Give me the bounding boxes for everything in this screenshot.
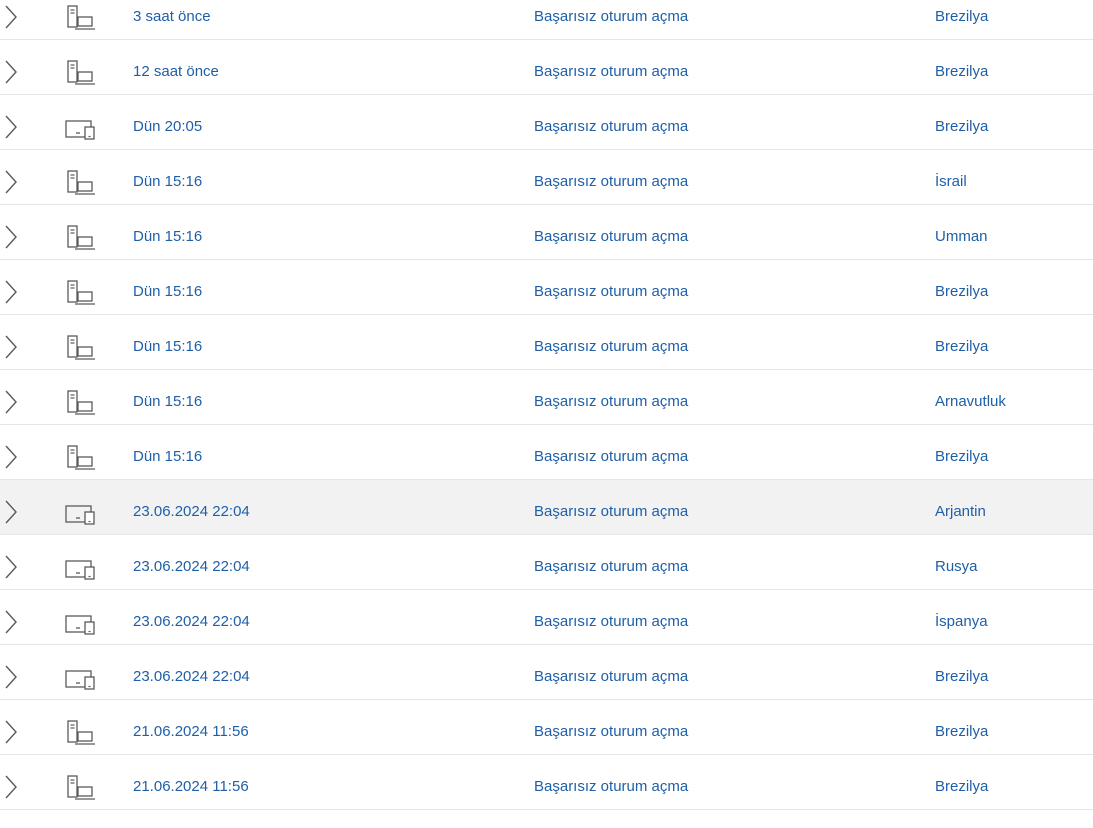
activity-time[interactable]: Dün 20:05	[133, 117, 202, 137]
desktop-icon	[64, 444, 98, 472]
activity-row[interactable]: Dün 15:16 Başarısız oturum açma Umman	[0, 205, 1093, 260]
activity-time[interactable]: 23.06.2024 22:04	[133, 667, 250, 687]
activity-row[interactable]: 23.06.2024 22:04 Başarısız oturum açma R…	[0, 535, 1093, 590]
chevron-right-icon[interactable]	[4, 610, 18, 634]
devices-icon	[64, 114, 98, 142]
chevron-right-icon[interactable]	[4, 500, 18, 524]
chevron-right-icon[interactable]	[4, 775, 18, 799]
activity-event[interactable]: Başarısız oturum açma	[534, 722, 688, 742]
chevron-right-icon[interactable]	[4, 60, 18, 84]
activity-event[interactable]: Başarısız oturum açma	[534, 62, 688, 82]
activity-row[interactable]: 23.06.2024 22:04 Başarısız oturum açma A…	[0, 480, 1093, 535]
activity-event[interactable]: Başarısız oturum açma	[534, 502, 688, 522]
devices-icon	[64, 554, 98, 582]
activity-row[interactable]: 23.06.2024 22:04 Başarısız oturum açma İ…	[0, 590, 1093, 645]
activity-location[interactable]: İsrail	[935, 172, 967, 192]
activity-location[interactable]: Arnavutluk	[935, 392, 1006, 412]
activity-location[interactable]: Arjantin	[935, 502, 986, 522]
activity-location[interactable]: Umman	[935, 227, 988, 247]
desktop-icon	[64, 169, 98, 197]
activity-event[interactable]: Başarısız oturum açma	[534, 557, 688, 577]
desktop-icon	[64, 224, 98, 252]
activity-location[interactable]: Brezilya	[935, 777, 988, 797]
activity-row[interactable]: Dün 15:16 Başarısız oturum açma İsrail	[0, 150, 1093, 205]
activity-row[interactable]: Dün 15:16 Başarısız oturum açma Brezilya	[0, 260, 1093, 315]
activity-event[interactable]: Başarısız oturum açma	[534, 227, 688, 247]
activity-time[interactable]: Dün 15:16	[133, 337, 202, 357]
desktop-icon	[64, 389, 98, 417]
chevron-right-icon[interactable]	[4, 335, 18, 359]
desktop-icon	[64, 4, 98, 32]
activity-event[interactable]: Başarısız oturum açma	[534, 282, 688, 302]
activity-event[interactable]: Başarısız oturum açma	[534, 392, 688, 412]
desktop-icon	[64, 719, 98, 747]
chevron-right-icon[interactable]	[4, 555, 18, 579]
activity-location[interactable]: Brezilya	[935, 337, 988, 357]
activity-location[interactable]: Brezilya	[935, 7, 988, 27]
activity-location[interactable]: Brezilya	[935, 722, 988, 742]
activity-event[interactable]: Başarısız oturum açma	[534, 117, 688, 137]
chevron-right-icon[interactable]	[4, 115, 18, 139]
activity-time[interactable]: 23.06.2024 22:04	[133, 557, 250, 577]
activity-time[interactable]: 23.06.2024 22:04	[133, 612, 250, 632]
activity-event[interactable]: Başarısız oturum açma	[534, 447, 688, 467]
activity-time[interactable]: Dün 15:16	[133, 447, 202, 467]
activity-row[interactable]: 23.06.2024 22:04 Başarısız oturum açma B…	[0, 645, 1093, 700]
activity-location[interactable]: Brezilya	[935, 62, 988, 82]
activity-row[interactable]: 12 saat önce Başarısız oturum açma Brezi…	[0, 40, 1093, 95]
activity-row[interactable]: 3 saat önce Başarısız oturum açma Brezil…	[0, 0, 1093, 40]
devices-icon	[64, 499, 98, 527]
activity-row[interactable]: Dün 15:16 Başarısız oturum açma Arnavutl…	[0, 370, 1093, 425]
chevron-right-icon[interactable]	[4, 390, 18, 414]
chevron-right-icon[interactable]	[4, 720, 18, 744]
activity-time[interactable]: Dün 15:16	[133, 392, 202, 412]
activity-event[interactable]: Başarısız oturum açma	[534, 337, 688, 357]
activity-location[interactable]: Brezilya	[935, 667, 988, 687]
activity-time[interactable]: 21.06.2024 11:56	[133, 722, 249, 742]
desktop-icon	[64, 59, 98, 87]
activity-event[interactable]: Başarısız oturum açma	[534, 667, 688, 687]
activity-row[interactable]: 21.06.2024 11:56 Başarısız oturum açma B…	[0, 700, 1093, 755]
activity-event[interactable]: Başarısız oturum açma	[534, 7, 688, 27]
activity-time[interactable]: 21.06.2024 11:56	[133, 777, 249, 797]
chevron-right-icon[interactable]	[4, 170, 18, 194]
devices-icon	[64, 609, 98, 637]
chevron-right-icon[interactable]	[4, 665, 18, 689]
activity-row[interactable]: Dün 15:16 Başarısız oturum açma Brezilya	[0, 315, 1093, 370]
chevron-right-icon[interactable]	[4, 225, 18, 249]
activity-row[interactable]: 21.06.2024 11:56 Başarısız oturum açma B…	[0, 755, 1093, 810]
activity-time[interactable]: 23.06.2024 22:04	[133, 502, 250, 522]
activity-location[interactable]: Brezilya	[935, 447, 988, 467]
chevron-right-icon[interactable]	[4, 445, 18, 469]
activity-time[interactable]: 12 saat önce	[133, 62, 219, 82]
activity-time[interactable]: 3 saat önce	[133, 7, 211, 27]
chevron-right-icon[interactable]	[4, 280, 18, 304]
devices-icon	[64, 664, 98, 692]
activity-row[interactable]: Dün 20:05 Başarısız oturum açma Brezilya	[0, 95, 1093, 150]
desktop-icon	[64, 279, 98, 307]
activity-location[interactable]: Rusya	[935, 557, 978, 577]
desktop-icon	[64, 334, 98, 362]
activity-event[interactable]: Başarısız oturum açma	[534, 172, 688, 192]
activity-location[interactable]: İspanya	[935, 612, 988, 632]
activity-row[interactable]: Dün 15:16 Başarısız oturum açma Brezilya	[0, 425, 1093, 480]
activity-location[interactable]: Brezilya	[935, 282, 988, 302]
chevron-right-icon[interactable]	[4, 5, 18, 29]
activity-time[interactable]: Dün 15:16	[133, 282, 202, 302]
activity-location[interactable]: Brezilya	[935, 117, 988, 137]
desktop-icon	[64, 774, 98, 802]
activity-time[interactable]: Dün 15:16	[133, 172, 202, 192]
activity-time[interactable]: Dün 15:16	[133, 227, 202, 247]
activity-list: 3 saat önce Başarısız oturum açma Brezil…	[0, 0, 1093, 810]
activity-event[interactable]: Başarısız oturum açma	[534, 612, 688, 632]
activity-event[interactable]: Başarısız oturum açma	[534, 777, 688, 797]
